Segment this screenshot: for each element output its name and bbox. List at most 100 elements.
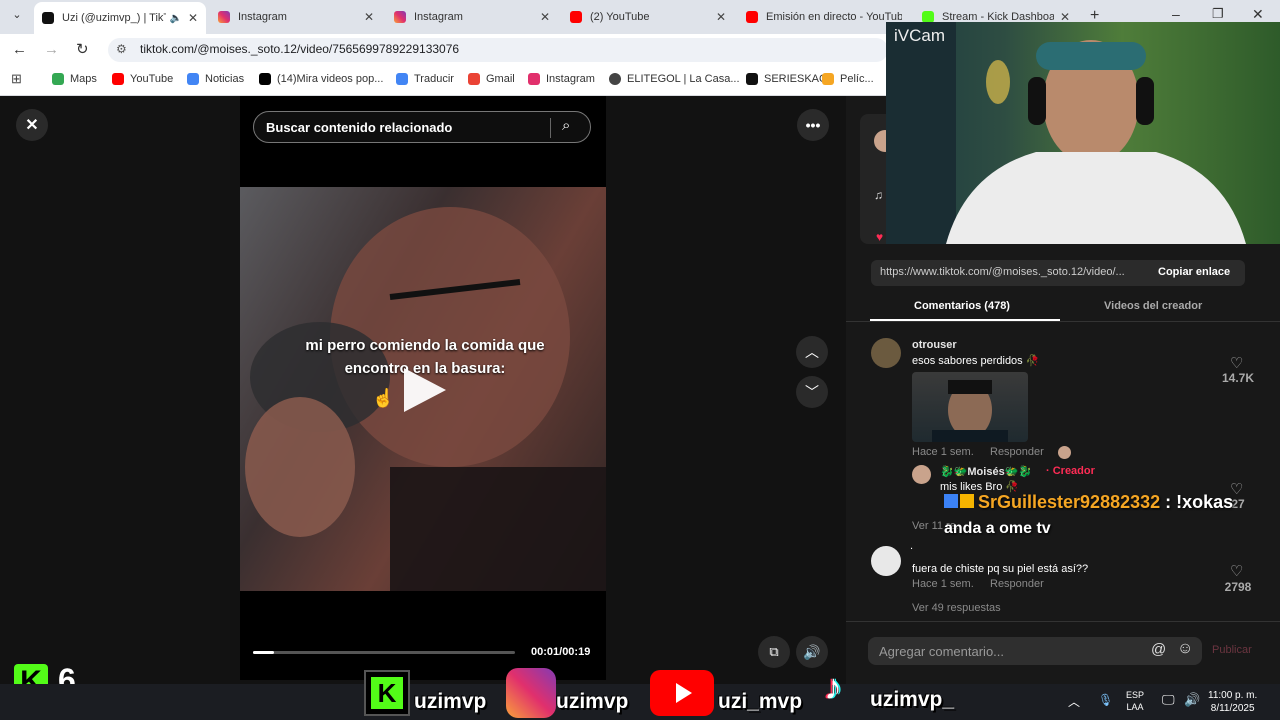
view-more-replies[interactable]: Ver 49 respuestas (912, 602, 1001, 614)
emoji-icon[interactable]: ☺ (1177, 640, 1193, 658)
tab-label: (2) YouTube (590, 11, 650, 23)
bookmark-label: SERIESKAO (764, 73, 828, 85)
bookmark-instagram[interactable]: Instagram (528, 73, 595, 85)
play-icon[interactable] (404, 368, 446, 412)
instagram-logo-icon (506, 668, 556, 718)
comment-username[interactable]: otrouser (912, 339, 957, 351)
bookmark-youtube[interactable]: YouTube (112, 73, 173, 85)
comment-text: esos sabores perdidos 🥀 (912, 355, 1040, 367)
maximize-button[interactable]: ❐ (1212, 6, 1224, 22)
more-options-button[interactable]: ••• (797, 109, 829, 141)
tab-tiktok[interactable]: Uzi (@uzimvp_) | TikTok 🔈 ✕ (34, 2, 206, 34)
bookmark-tiktok[interactable]: (14)Mira videos pop... (259, 73, 383, 85)
network-icon[interactable]: 🖵 (1162, 692, 1175, 708)
bookmark-serieskao[interactable]: SERIESKAO (746, 73, 828, 85)
progress-track[interactable] (253, 651, 515, 654)
heart-icon[interactable]: ♡ (1230, 562, 1243, 580)
comment-time: Hace 1 sem. (912, 578, 974, 590)
comment-username[interactable]: 🐉🐲Moisés🐲🐉 (940, 465, 1032, 478)
bookmark-maps[interactable]: Maps (52, 73, 97, 85)
tab-search-button[interactable]: ⌄ (8, 8, 26, 26)
publish-button[interactable]: Publicar (1212, 644, 1252, 656)
chevron-down-icon[interactable]: ﹀ (796, 376, 828, 408)
bookmark-traducir[interactable]: Traducir (396, 73, 454, 85)
creator-avatar[interactable] (912, 465, 931, 484)
site-settings-icon[interactable]: ⚙ (116, 42, 127, 56)
tab-youtube-live[interactable]: Emisión en directo - YouTube (738, 4, 910, 30)
search-icon[interactable]: ⌕ (562, 117, 570, 134)
bookmark-label: Gmail (486, 73, 515, 85)
window-close-button[interactable]: ✕ (1252, 6, 1264, 23)
volume-icon[interactable]: 🔊 (796, 636, 828, 668)
face-image (932, 380, 1008, 442)
like-heart-icon[interactable]: ♥ (876, 230, 883, 244)
tab-youtube[interactable]: (2) YouTube ✕ (562, 4, 734, 30)
youtube-logo-icon (650, 670, 714, 716)
bookmark-gmail[interactable]: Gmail (468, 73, 515, 85)
news-icon (187, 73, 199, 85)
pip-icon[interactable]: ⧉ (758, 636, 790, 668)
youtube-icon (570, 11, 582, 23)
chat-text: : !xokas (1160, 492, 1234, 512)
back-arrow-icon[interactable]: ← (12, 41, 27, 58)
heart-icon[interactable]: ♡ (1230, 354, 1243, 372)
tray-chevron-icon[interactable]: ︿ (1068, 693, 1080, 710)
comment-text: fuera de chiste pq su piel está así?? (912, 563, 1089, 575)
close-icon[interactable]: ✕ (188, 11, 198, 25)
mention-icon[interactable]: @ (1151, 641, 1166, 658)
progress-fill (253, 651, 274, 654)
language-indicator[interactable]: ESP LAA (1126, 689, 1144, 713)
bookmark-noticias[interactable]: Noticias (187, 73, 244, 85)
divider (846, 321, 1280, 322)
tab-comments[interactable]: Comentarios (478) (914, 300, 1010, 312)
microphone-icon[interactable]: 🎙 (1098, 693, 1113, 707)
bookmark-label: Instagram (546, 73, 595, 85)
tiktok-logo-icon: ♪ (824, 666, 842, 707)
tab-creator-videos[interactable]: Videos del creador (1104, 300, 1202, 312)
apps-grid-icon[interactable]: ⊞ (11, 71, 22, 87)
tiktok-icon (259, 73, 271, 85)
youtube-icon (112, 73, 124, 85)
maps-icon (52, 73, 64, 85)
instagram-icon (218, 11, 230, 23)
minimize-button[interactable]: – (1172, 6, 1180, 22)
close-video-button[interactable]: ✕ (16, 109, 48, 141)
comment-image[interactable] (912, 372, 1028, 442)
reply-button[interactable]: Responder (990, 578, 1044, 590)
bookmark-label: Traducir (414, 73, 454, 85)
chevron-up-icon[interactable]: ︿ (796, 336, 828, 368)
commenter-avatar[interactable] (871, 338, 901, 368)
close-icon[interactable]: ✕ (364, 10, 374, 24)
close-icon[interactable]: ✕ (540, 10, 550, 24)
reply-button[interactable]: Responder (990, 446, 1044, 458)
reload-icon[interactable]: ↻ (76, 40, 89, 58)
copy-link-button[interactable]: Copiar enlace (1158, 266, 1230, 278)
soccer-ball-icon (609, 73, 621, 85)
commenter-avatar[interactable] (871, 546, 901, 576)
lang-secondary: LAA (1126, 702, 1144, 712)
taskbar (0, 684, 1280, 720)
bookmark-elitegol[interactable]: ELITEGOL | La Casa... (609, 73, 740, 85)
music-note-icon: ♫ (874, 188, 883, 202)
tab-label: Instagram (414, 11, 463, 23)
kick-logo-inner: K (371, 677, 403, 709)
star-icon (822, 73, 834, 85)
clock-date: 8/11/2025 (1210, 703, 1255, 714)
forward-arrow-icon[interactable]: → (44, 41, 59, 58)
youtube-icon (746, 11, 758, 23)
social-handle: uzimvp (556, 690, 629, 713)
speaker-icon: 🔈 (169, 12, 182, 24)
speaker-icon[interactable]: 🔊 (1184, 692, 1200, 708)
system-clock[interactable]: 11:00 p. m. 8/11/2025 (1208, 689, 1257, 715)
dot-text: . (910, 540, 914, 552)
search-placeholder: Buscar contenido relacionado (266, 120, 453, 135)
social-handle: uzimvp (414, 690, 487, 713)
bookmark-label: Noticias (205, 73, 245, 85)
chat-badge-icon (960, 494, 974, 508)
bookmark-peliculas[interactable]: Pelíc... (822, 73, 874, 85)
tab-instagram-1[interactable]: Instagram ✕ (210, 4, 382, 30)
chat-message-2: anda a ome tv (944, 520, 1051, 537)
close-icon[interactable]: ✕ (716, 10, 726, 24)
tab-instagram-2[interactable]: Instagram ✕ (386, 4, 558, 30)
bookmark-label: Pelíc... (840, 73, 874, 85)
